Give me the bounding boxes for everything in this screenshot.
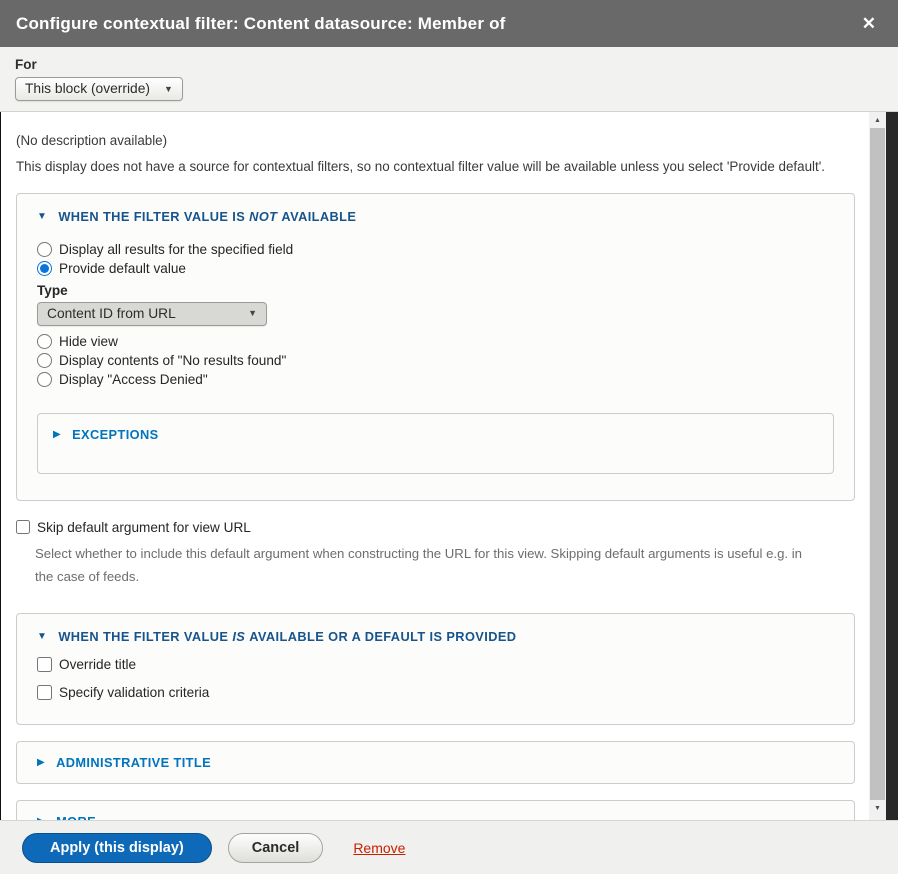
caret-down-icon: ▼: [37, 211, 47, 222]
cancel-button[interactable]: Cancel: [228, 833, 324, 863]
for-select[interactable]: This block (override) ▼: [15, 77, 183, 101]
fieldset-more-summary[interactable]: ▶ MORE: [37, 814, 834, 820]
dialog-content: (No description available) This display …: [1, 112, 869, 820]
for-section: For This block (override) ▼: [0, 47, 898, 112]
fieldset-title-text: EXCEPTIONS: [72, 427, 159, 442]
scroll-up-icon[interactable]: ▲: [869, 112, 886, 128]
radio-label: Display all results for the specified fi…: [59, 242, 293, 257]
caret-down-icon: ▼: [37, 631, 47, 642]
fieldset-title-emphasis: NOT: [249, 209, 277, 224]
radio-input[interactable]: [37, 242, 52, 257]
type-label: Type: [37, 283, 834, 298]
radio-display-all-results[interactable]: Display all results for the specified fi…: [37, 242, 834, 257]
checkbox-input[interactable]: [37, 685, 52, 700]
checkbox-specify-validation-criteria[interactable]: Specify validation criteria: [37, 685, 834, 700]
display-note-text: This display does not have a source for …: [16, 157, 855, 176]
contextual-filter-dialog: Configure contextual filter: Content dat…: [0, 0, 898, 874]
radio-input[interactable]: [37, 334, 52, 349]
scrollbar-thumb[interactable]: [870, 128, 885, 800]
radio-label: Hide view: [59, 334, 118, 349]
radio-display-access-denied[interactable]: Display "Access Denied": [37, 372, 834, 387]
fieldset-title-text: ADMINISTRATIVE TITLE: [56, 755, 211, 770]
radio-label: Display contents of "No results found": [59, 353, 286, 368]
radio-input[interactable]: [37, 353, 52, 368]
fieldset-exceptions-summary[interactable]: ▶ EXCEPTIONS: [53, 427, 818, 442]
scroll-down-icon[interactable]: ▼: [869, 800, 886, 816]
default-type-select[interactable]: Content ID from URL ▼: [37, 302, 267, 326]
fieldset-title-text: AVAILABLE: [281, 209, 356, 224]
fieldset-title-text: MORE: [56, 814, 96, 820]
fieldset-title-text: AVAILABLE OR A DEFAULT IS PROVIDED: [249, 629, 516, 644]
checkbox-label: Skip default argument for view URL: [37, 520, 251, 535]
dialog-titlebar: Configure contextual filter: Content dat…: [0, 0, 898, 47]
dialog-footer: Apply (this display) Cancel Remove: [0, 820, 898, 874]
checkbox-label: Specify validation criteria: [59, 685, 209, 700]
radio-label: Display "Access Denied": [59, 372, 208, 387]
radio-input[interactable]: [37, 261, 52, 276]
radio-display-no-results[interactable]: Display contents of "No results found": [37, 353, 834, 368]
radio-provide-default-value[interactable]: Provide default value: [37, 261, 834, 276]
fieldset-administrative-title: ▶ ADMINISTRATIVE TITLE: [16, 741, 855, 784]
apply-button[interactable]: Apply (this display): [22, 833, 212, 863]
fieldset-more: ▶ MORE: [16, 800, 855, 820]
fieldset-filter-not-available-summary[interactable]: ▼ WHEN THE FILTER VALUE IS NOT AVAILABLE: [37, 209, 834, 224]
checkbox-label: Override title: [59, 657, 136, 672]
fieldset-filter-available: ▼ WHEN THE FILTER VALUE IS AVAILABLE OR …: [16, 613, 855, 725]
dialog-title: Configure contextual filter: Content dat…: [16, 14, 506, 34]
for-select-value: This block (override): [25, 81, 150, 96]
checkbox-skip-default-argument[interactable]: Skip default argument for view URL: [16, 520, 855, 535]
skip-default-description: Select whether to include this default a…: [35, 542, 815, 588]
radio-hide-view[interactable]: Hide view: [37, 334, 834, 349]
caret-right-icon: ▶: [37, 757, 45, 768]
radio-label: Provide default value: [59, 261, 186, 276]
close-icon[interactable]: ✕: [856, 11, 882, 36]
fieldset-exceptions: ▶ EXCEPTIONS: [37, 413, 834, 474]
fieldset-title-text: WHEN THE FILTER VALUE IS: [58, 209, 245, 224]
remove-link[interactable]: Remove: [353, 840, 405, 856]
dialog-body: (No description available) This display …: [0, 112, 898, 820]
caret-right-icon: ▶: [53, 429, 61, 440]
fieldset-filter-not-available: ▼ WHEN THE FILTER VALUE IS NOT AVAILABLE…: [16, 193, 855, 501]
caret-right-icon: ▶: [37, 816, 45, 820]
vertical-scrollbar[interactable]: ▲ ▼: [869, 112, 886, 820]
select-caret-icon: ▼: [248, 308, 257, 318]
select-caret-icon: ▼: [164, 84, 173, 94]
checkbox-input[interactable]: [37, 657, 52, 672]
for-label: For: [15, 57, 882, 72]
fieldset-administrative-title-summary[interactable]: ▶ ADMINISTRATIVE TITLE: [37, 755, 834, 770]
no-description-text: (No description available): [16, 131, 855, 150]
checkbox-override-title[interactable]: Override title: [37, 657, 834, 672]
radio-input[interactable]: [37, 372, 52, 387]
type-select-value: Content ID from URL: [47, 306, 176, 321]
fieldset-title-emphasis: IS: [232, 629, 245, 644]
dialog-edge-shadow: [886, 112, 898, 820]
fieldset-filter-available-summary[interactable]: ▼ WHEN THE FILTER VALUE IS AVAILABLE OR …: [37, 629, 834, 644]
fieldset-title-text: WHEN THE FILTER VALUE: [58, 629, 228, 644]
checkbox-input[interactable]: [16, 520, 30, 534]
